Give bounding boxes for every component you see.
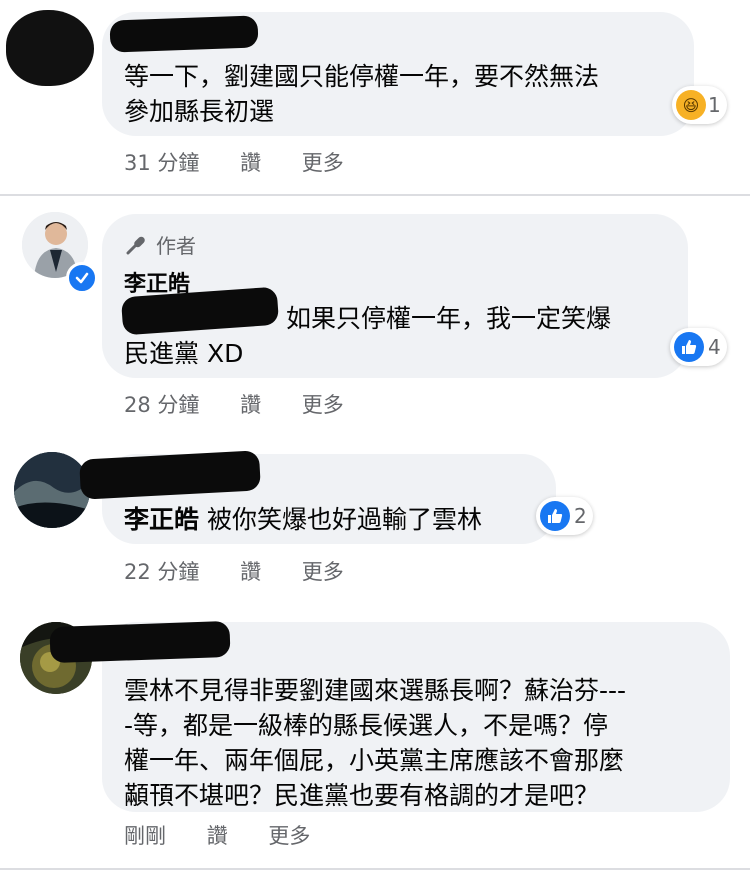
more-button[interactable]: 更多 [302,151,344,175]
comment-text: 如果只停權一年，我一定笑爆 民進黨 XD [124,301,684,371]
like-button[interactable]: 讚 [240,151,261,175]
timestamp[interactable]: 22 分鐘 [124,560,199,584]
avatar[interactable] [6,10,94,86]
author-badge-label: 作者 [156,234,196,258]
more-button[interactable]: 更多 [268,824,310,848]
comment-line: 顢頇不堪吧？民進黨也要有格調的才是吧？ [124,781,600,810]
more-button[interactable]: 更多 [302,393,344,417]
comment-text: 等一下，劉建國只能停權一年，要不然無法 參加縣長初選 [124,59,684,129]
comment-text: 雲林不見得非要劉建國來選縣長啊？蘇治芬--- -等，都是一級棒的縣長候選人，不是… [124,673,724,813]
comment-line: 被你笑爆也好過輸了雲林 [206,505,482,534]
comment-text: 李正皓 被你笑爆也好過輸了雲林 [124,502,482,537]
author-badge: 作者 [124,230,196,259]
like-button[interactable]: 讚 [207,824,228,848]
haha-icon: 😆 [676,90,706,120]
timestamp[interactable]: 28 分鐘 [124,393,199,417]
comment-actions: 剛剛 讚 更多 [124,820,344,850]
like-button[interactable]: 讚 [240,393,261,417]
more-button[interactable]: 更多 [302,560,344,584]
comment-line: 雲林不見得非要劉建國來選縣長啊？蘇治芬--- [124,676,627,705]
divider [0,194,750,196]
comment-actions: 28 分鐘 讚 更多 [124,389,378,419]
divider [0,868,750,870]
reaction-number: 4 [708,335,721,359]
redacted-name [109,15,259,53]
comment-line: 民進黨 XD [124,339,244,368]
comment-line: 等一下，劉建國只能停權一年，要不然無法 [124,62,600,91]
comment-line: -等，都是一級棒的縣長候選人，不是嗎？停 [124,711,609,740]
timestamp[interactable]: 31 分鐘 [124,151,199,175]
like-button[interactable]: 讚 [240,560,261,584]
verified-badge-icon [66,262,98,294]
reaction-count[interactable]: 😆 1 [672,86,727,124]
comment-actions: 22 分鐘 讚 更多 [124,556,378,586]
reaction-count[interactable]: 4 [670,328,727,366]
microphone-icon [126,236,145,254]
like-icon [540,501,570,531]
comment-line: 權一年、兩年個屁，小英黨主席應該不會那麼 [124,746,625,775]
comment-actions: 31 分鐘 讚 更多 [124,147,378,177]
reaction-number: 1 [708,93,721,117]
reaction-number: 2 [574,504,587,528]
reaction-count[interactable]: 2 [536,497,593,535]
avatar[interactable] [14,452,90,528]
comment-line: 參加縣長初選 [124,97,275,126]
timestamp[interactable]: 剛剛 [124,824,166,848]
like-icon [674,332,704,362]
mention[interactable]: 李正皓 [124,505,199,534]
redacted-name [49,620,231,664]
comment-line: 如果只停權一年，我一定笑爆 [286,304,612,333]
avatar-image [14,452,90,528]
